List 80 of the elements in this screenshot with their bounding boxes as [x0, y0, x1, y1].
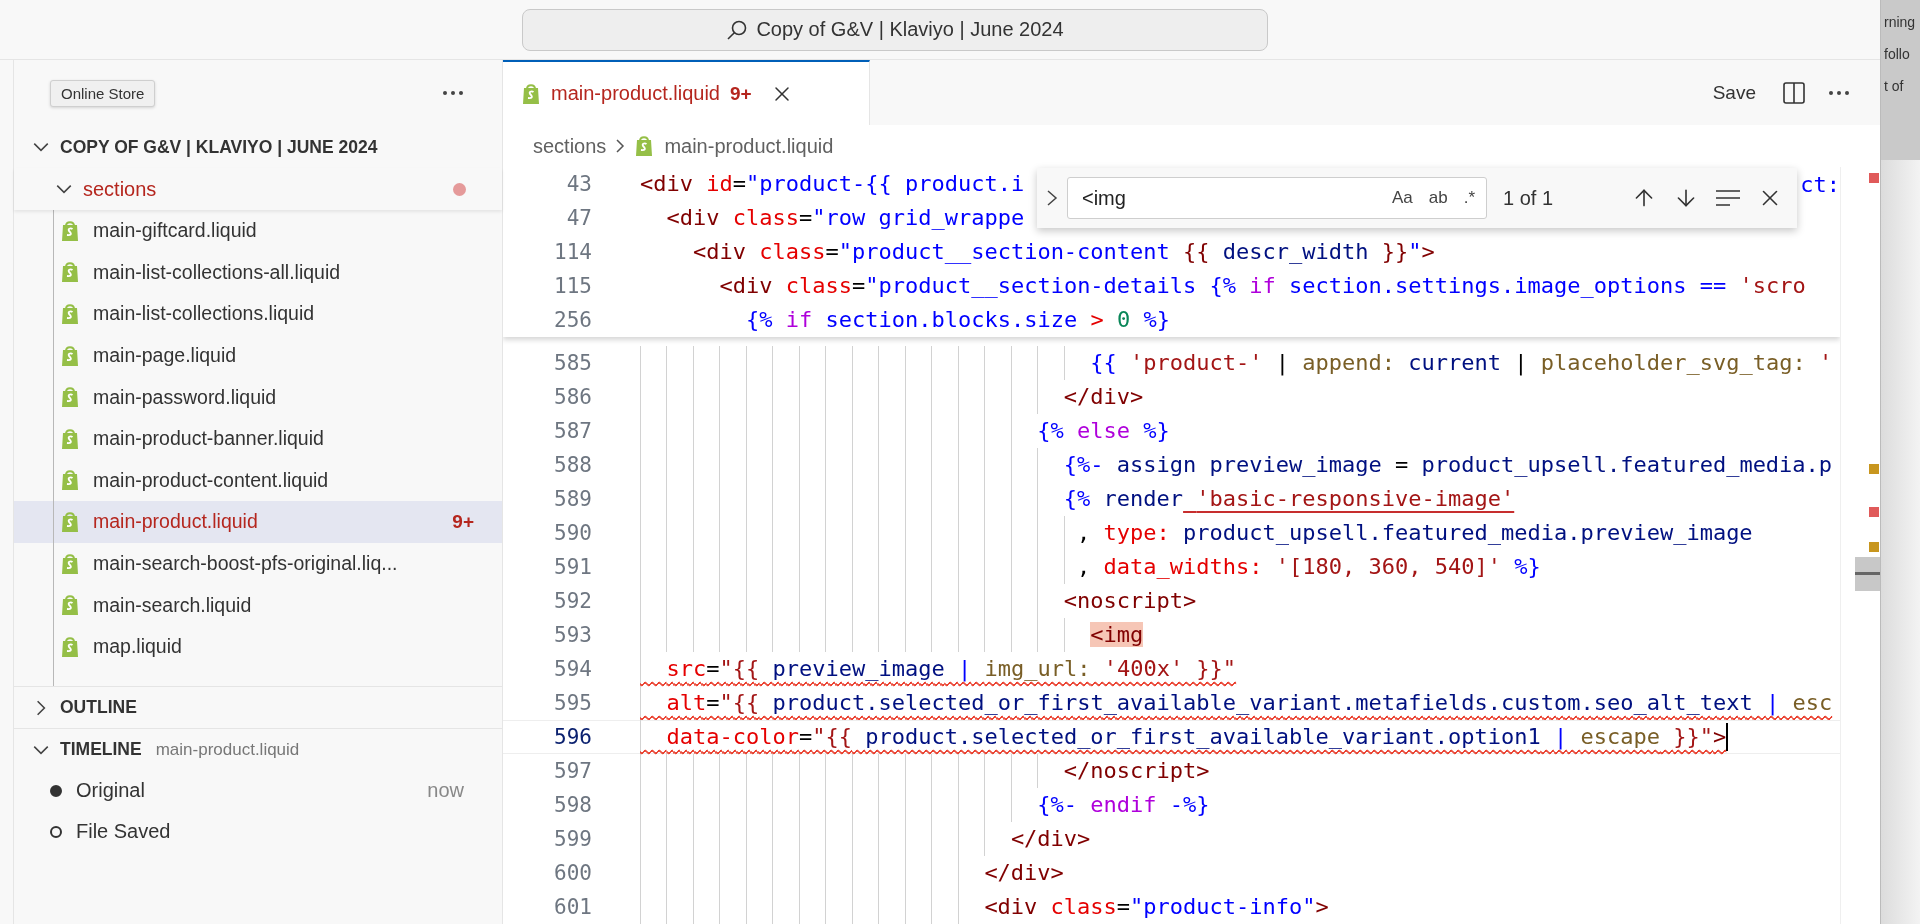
- file-item[interactable]: map.liquid: [14, 625, 502, 668]
- line-number: 585: [554, 351, 592, 375]
- problem-count: 9+: [452, 510, 474, 533]
- editor-tab[interactable]: main-product.liquid 9+: [503, 60, 870, 125]
- problem-count: 9+: [730, 82, 752, 105]
- timeline-entry[interactable]: Original now: [14, 770, 502, 811]
- bag-icon: [60, 635, 80, 658]
- bag-icon: [60, 219, 80, 242]
- bag-icon: [60, 344, 80, 367]
- breadcrumb-item[interactable]: main-product.liquid: [634, 134, 834, 158]
- chevron-right-icon: [614, 138, 627, 154]
- split-editor-icon[interactable]: [1782, 80, 1806, 105]
- store-label: Online Store: [50, 79, 156, 107]
- cut-off-text: t of: [1884, 78, 1905, 94]
- bag-icon: [60, 510, 80, 533]
- find-option-button[interactable]: ab: [1425, 186, 1451, 210]
- cut-off-text: rning: [1884, 14, 1917, 30]
- file-item[interactable]: main-search.liquid: [14, 584, 502, 626]
- line-number: 114: [554, 240, 592, 264]
- line-number: 600: [554, 861, 592, 885]
- problem-dot: [453, 182, 466, 196]
- section-header[interactable]: TIMELINE: [60, 739, 142, 760]
- search-icon: [726, 18, 749, 41]
- timestamp: now: [427, 779, 464, 802]
- line-number: 598: [554, 793, 592, 817]
- line-number: 599: [554, 827, 592, 851]
- file-item[interactable]: main-search-boost-pfs-original.liq...: [14, 542, 502, 585]
- line-number: 591: [554, 555, 592, 579]
- bag-icon: [60, 469, 80, 492]
- section-header[interactable]: OUTLINE: [60, 697, 137, 718]
- bag-icon: [634, 135, 655, 157]
- line-number: 597: [554, 759, 592, 783]
- file-item[interactable]: main-product-banner.liquid: [14, 417, 502, 460]
- file-item[interactable]: main-password.liquid: [14, 376, 502, 418]
- bag-icon: [60, 386, 80, 409]
- folder-item[interactable]: sections: [14, 168, 502, 210]
- line-number: 47: [566, 206, 592, 230]
- lines-icon[interactable]: [1715, 188, 1741, 208]
- match-count: 1 of 1: [1503, 186, 1554, 210]
- find-input[interactable]: <img Aa ab .*: [1067, 177, 1487, 219]
- line-number: 593: [554, 623, 592, 647]
- command-center-search[interactable]: Copy of G&V | Klaviyo | June 2024: [522, 8, 1268, 51]
- bag-icon: [521, 82, 541, 105]
- find-option-button[interactable]: .*: [1460, 186, 1478, 210]
- line-number: 256: [554, 308, 592, 332]
- file-item[interactable]: main-list-collections-all.liquid: [14, 251, 502, 294]
- line-number: 589: [554, 487, 592, 511]
- cut-off-text: follo: [1884, 46, 1911, 62]
- find-option-button[interactable]: Aa: [1388, 186, 1416, 210]
- timeline-file: main-product.liquid: [155, 739, 300, 760]
- file-item[interactable]: main-product-content.liquid: [14, 459, 502, 502]
- line-number: 595: [554, 691, 592, 715]
- file-item[interactable]: main-list-collections.liquid: [14, 293, 502, 335]
- workspace-title[interactable]: COPY OF G&V | KLAVIYO | JUNE 2024: [60, 136, 378, 158]
- more-icon[interactable]: [1828, 89, 1850, 96]
- bag-icon: [60, 427, 80, 450]
- bag-icon: [60, 303, 80, 325]
- file-item[interactable]: main-page.liquid: [14, 334, 502, 377]
- text-cursor: [1726, 723, 1729, 751]
- bag-icon: [60, 261, 80, 284]
- line-number: 592: [554, 589, 592, 613]
- code-fragment: ct:: [1800, 171, 1840, 197]
- file-item[interactable]: main-giftcard.liquid: [14, 210, 502, 252]
- line-number: 586: [554, 385, 592, 409]
- line-number: 594: [554, 657, 592, 681]
- line-number: 587: [554, 419, 592, 443]
- line-number: 588: [554, 453, 592, 477]
- chevron-right-icon[interactable]: [1045, 188, 1059, 208]
- more-icon[interactable]: [442, 90, 464, 96]
- save-button[interactable]: Save: [1708, 79, 1760, 106]
- line-number: 601: [554, 895, 592, 919]
- line-number: 115: [554, 274, 592, 298]
- line-number: 43: [566, 172, 592, 196]
- bag-icon: [60, 552, 80, 575]
- timeline-entry[interactable]: File Saved: [14, 811, 502, 852]
- file-item[interactable]: main-product.liquid 9+: [14, 501, 502, 543]
- line-number: 590: [554, 521, 592, 545]
- line-number: 596: [554, 725, 592, 749]
- breadcrumb-item[interactable]: sections: [533, 134, 607, 158]
- bag-icon: [60, 594, 80, 617]
